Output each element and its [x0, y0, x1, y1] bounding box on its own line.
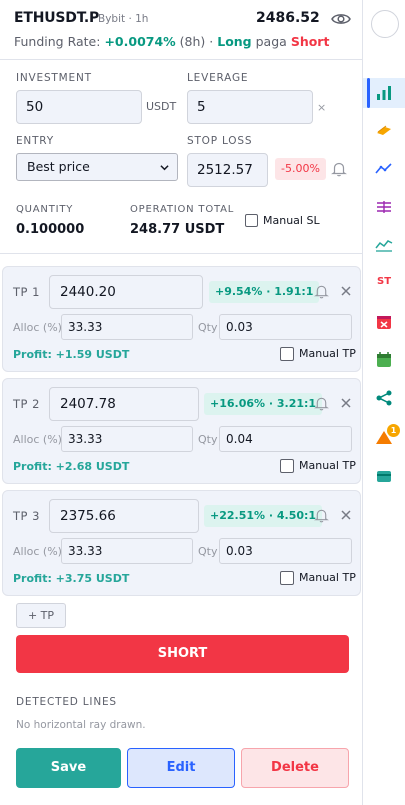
tp-alloc-input[interactable]: 33.33: [61, 314, 193, 340]
current-price: 2486.52: [256, 10, 320, 26]
leverage-input[interactable]: 5: [187, 90, 313, 124]
short-button[interactable]: SHORT: [16, 635, 349, 673]
tp-profit: Profit: +2.68 USDT: [13, 460, 130, 473]
entry-label: ENTRY: [16, 135, 54, 147]
stop-loss-input[interactable]: 2512.57: [187, 153, 268, 187]
manual-tp-checkbox[interactable]: [280, 459, 294, 473]
quantity-label: QUANTITY: [16, 204, 74, 215]
wave-icon[interactable]: [363, 230, 405, 260]
funding-period: (8h) ·: [179, 34, 214, 49]
close-icon[interactable]: [341, 510, 351, 520]
tp-price-input[interactable]: 2407.78: [49, 387, 199, 421]
quantity-value: 0.100000: [16, 222, 85, 237]
leverage-unit: ×: [317, 101, 327, 114]
tp-alloc-label: Alloc (%): [13, 433, 62, 446]
tp-alloc-label: Alloc (%): [13, 321, 62, 334]
detected-lines-empty: No horizontal ray drawn.: [16, 719, 146, 731]
section-divider: [0, 253, 362, 254]
entry-select-value: Best price: [27, 159, 90, 174]
tp-alloc-input[interactable]: 33.33: [61, 538, 193, 564]
right-toolbar: ST 1: [363, 0, 405, 805]
add-tp-button[interactable]: + TP: [16, 603, 66, 628]
tp-qty-input[interactable]: 0.04: [219, 426, 352, 452]
stop-loss-percent-badge: -5.00%: [275, 158, 326, 180]
trend-icon[interactable]: [363, 154, 405, 184]
card-icon[interactable]: [363, 461, 405, 491]
bar-chart-icon[interactable]: [363, 78, 405, 108]
bell-icon[interactable]: [314, 396, 329, 411]
levels-icon[interactable]: [363, 192, 405, 222]
tp-label: TP 2: [13, 397, 40, 411]
tp-alloc-label: Alloc (%): [13, 545, 62, 558]
operation-total-label: OPERATION TOTAL: [130, 204, 235, 215]
tp-qty-label: Qty: [198, 545, 218, 558]
funding-paga: paga: [255, 34, 287, 49]
symbol-title: ETHUSDT.P: [14, 10, 100, 26]
funding-label: Funding Rate:: [14, 34, 101, 49]
alert-icon[interactable]: 1: [363, 422, 405, 452]
tp-card-1: TP 1 2440.20 +9.54% · 1.91:1 Alloc (%) 3…: [2, 266, 361, 372]
funding-rate: Funding Rate: +0.0074% (8h) · Long paga …: [14, 34, 329, 49]
edit-button[interactable]: Edit: [127, 748, 235, 788]
tp-qty-label: Qty: [198, 433, 218, 446]
leverage-label: LEVERAGE: [187, 72, 249, 84]
delete-button[interactable]: Delete: [241, 748, 349, 788]
operation-total-value: 248.77 USDT: [130, 222, 225, 237]
calendar-icon[interactable]: [363, 345, 405, 375]
investment-label: INVESTMENT: [16, 72, 92, 84]
investment-input[interactable]: 50: [16, 90, 142, 124]
calendar-x-icon[interactable]: [363, 307, 405, 337]
tp-qty-input[interactable]: 0.03: [219, 538, 352, 564]
funding-short: Short: [290, 34, 330, 49]
avatar[interactable]: [371, 10, 399, 38]
tp-percent-badge: +16.06% · 3.21:1: [204, 393, 323, 415]
tp-card-3: TP 3 2375.66 +22.51% · 4.50:1 Alloc (%) …: [2, 490, 361, 596]
manual-tp-label: Manual TP: [299, 571, 356, 584]
ruler-icon[interactable]: [363, 115, 405, 145]
close-icon[interactable]: [341, 398, 351, 408]
chevron-down-icon: [160, 165, 169, 171]
manual-tp-checkbox[interactable]: [280, 347, 294, 361]
investment-unit: USDT: [146, 100, 177, 113]
bell-icon[interactable]: [314, 284, 329, 299]
manual-tp-label: Manual TP: [299, 347, 356, 360]
funding-long: Long: [217, 34, 252, 49]
st-icon[interactable]: ST: [363, 268, 405, 298]
manual-tp-checkbox[interactable]: [280, 571, 294, 585]
tp-label: TP 1: [13, 285, 40, 299]
manual-sl-label: Manual SL: [263, 214, 320, 227]
share-icon[interactable]: [363, 383, 405, 413]
stop-loss-label: STOP LOSS: [187, 135, 253, 147]
close-icon[interactable]: [341, 286, 351, 296]
detected-lines-label: DETECTED LINES: [16, 696, 117, 708]
tp-card-2: TP 2 2407.78 +16.06% · 3.21:1 Alloc (%) …: [2, 378, 361, 484]
tp-label: TP 3: [13, 509, 40, 523]
save-button[interactable]: Save: [16, 748, 121, 788]
tp-percent-badge: +22.51% · 4.50:1: [204, 505, 323, 527]
tp-qty-label: Qty: [198, 321, 218, 334]
trade-panel: ETHUSDT.P Bybit · 1h 2486.52 Funding Rat…: [0, 0, 363, 805]
tp-profit: Profit: +1.59 USDT: [13, 348, 130, 361]
entry-select[interactable]: Best price: [16, 153, 178, 181]
exchange-timeframe: Bybit · 1h: [98, 13, 149, 25]
funding-value: +0.0074%: [104, 34, 176, 49]
st-label: ST: [377, 276, 392, 287]
panel-header: ETHUSDT.P Bybit · 1h 2486.52 Funding Rat…: [0, 0, 362, 60]
manual-tp-label: Manual TP: [299, 459, 356, 472]
tp-qty-input[interactable]: 0.03: [219, 314, 352, 340]
bell-icon[interactable]: [314, 508, 329, 523]
tp-percent-badge: +9.54% · 1.91:1: [209, 281, 320, 303]
bell-icon[interactable]: [331, 161, 347, 177]
tp-price-input[interactable]: 2375.66: [49, 499, 199, 533]
tp-alloc-input[interactable]: 33.33: [61, 426, 193, 452]
eye-icon[interactable]: [331, 11, 351, 27]
tp-profit: Profit: +3.75 USDT: [13, 572, 130, 585]
alert-count-badge: 1: [387, 424, 400, 437]
tp-price-input[interactable]: 2440.20: [49, 275, 203, 309]
manual-sl-checkbox[interactable]: [245, 214, 258, 227]
